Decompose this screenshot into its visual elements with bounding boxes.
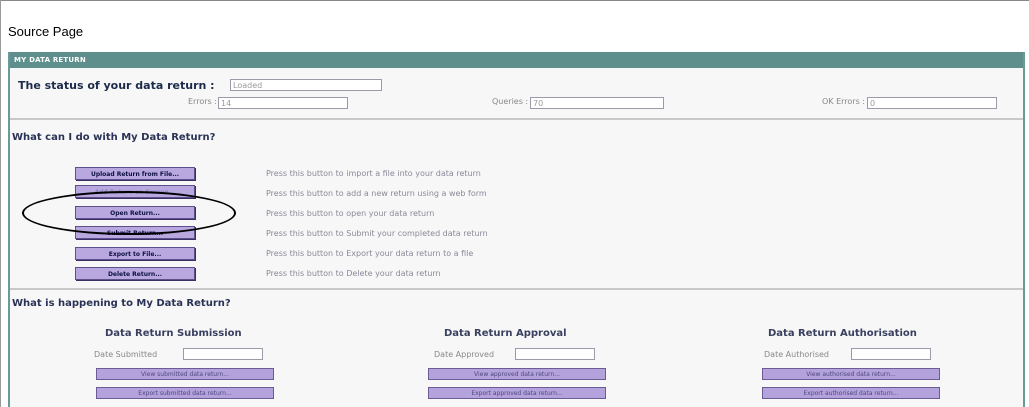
queries-field[interactable]: 70	[530, 97, 664, 109]
upload-return-button[interactable]: Upload Return from File...	[75, 167, 195, 180]
date-authorised-field[interactable]	[851, 348, 931, 360]
view-submitted-button[interactable]: View submitted data return...	[96, 368, 274, 380]
section-divider	[10, 288, 1023, 290]
status-label: The status of your data return :	[18, 79, 215, 92]
status-field[interactable]: Loaded	[230, 79, 382, 91]
date-submitted-field[interactable]	[183, 348, 263, 360]
section-divider	[10, 118, 1023, 120]
page-title: Source Page	[8, 24, 84, 39]
date-authorised-label: Date Authorised	[764, 350, 829, 359]
open-return-description: Press this button to open your data retu…	[266, 209, 435, 218]
authorisation-heading: Data Return Authorisation	[768, 328, 917, 339]
panel-header: MY DATA RETURN	[10, 52, 1023, 68]
add-return-description: Press this button to add a new return us…	[266, 189, 487, 198]
date-approved-field[interactable]	[515, 348, 595, 360]
view-approved-button[interactable]: View approved data return...	[428, 368, 606, 380]
queries-label: Queries :	[492, 97, 529, 106]
errors-label: Errors :	[188, 97, 217, 106]
date-approved-label: Date Approved	[434, 350, 495, 359]
submission-heading: Data Return Submission	[105, 328, 242, 339]
approval-heading: Data Return Approval	[444, 328, 567, 339]
export-authorised-button[interactable]: Export authorised data return...	[762, 387, 940, 399]
export-to-file-button[interactable]: Export to File...	[75, 247, 195, 260]
errors-field[interactable]: 14	[218, 97, 348, 109]
left-border	[0, 0, 1, 407]
upload-return-description: Press this button to import a file into …	[266, 169, 481, 178]
delete-return-description: Press this button to Delete your data re…	[266, 269, 441, 278]
date-submitted-label: Date Submitted	[94, 350, 158, 359]
ok-errors-label: OK Errors :	[822, 97, 865, 106]
export-return-description: Press this button to Export your data re…	[266, 249, 474, 258]
top-border	[0, 0, 1029, 1]
export-submitted-button[interactable]: Export submitted data return...	[96, 387, 274, 399]
happening-section-title: What is happening to My Data Return?	[12, 298, 231, 309]
highlight-ellipse	[22, 191, 236, 235]
view-authorised-button[interactable]: View authorised data return...	[762, 368, 940, 380]
delete-return-button[interactable]: Delete Return...	[75, 267, 195, 280]
ok-errors-field[interactable]: 0	[867, 97, 997, 109]
submit-return-description: Press this button to Submit your complet…	[266, 229, 488, 238]
export-approved-button[interactable]: Export approved data return...	[428, 387, 606, 399]
actions-section-title: What can I do with My Data Return?	[12, 132, 216, 143]
